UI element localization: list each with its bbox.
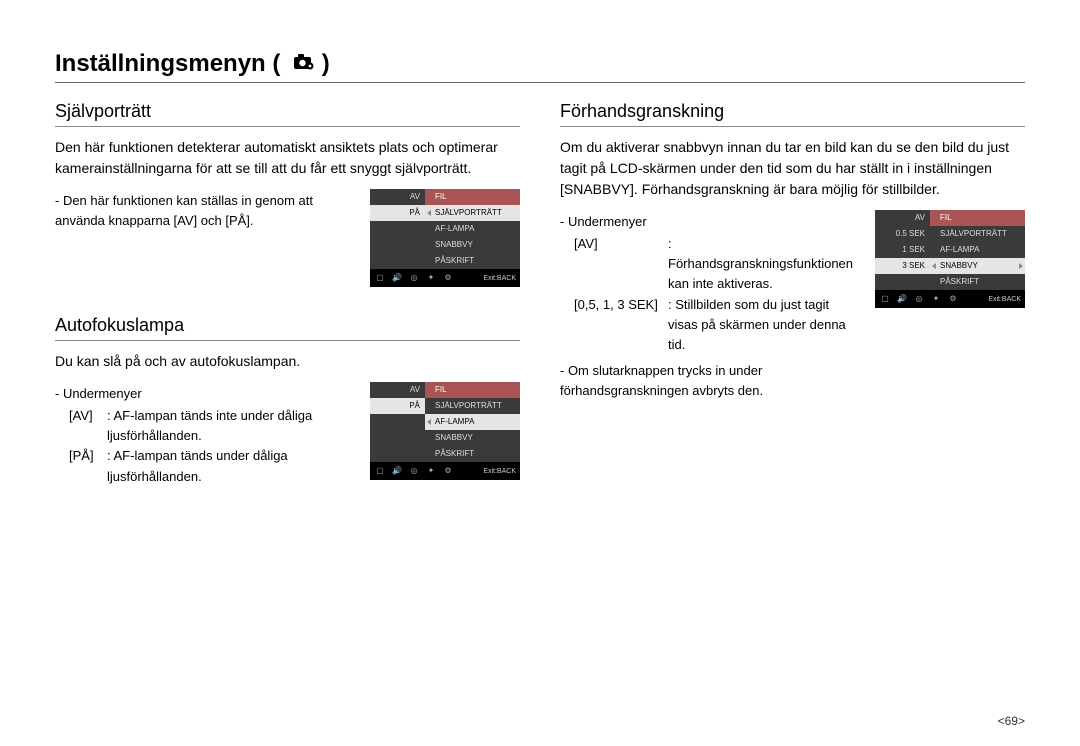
- page-title: Inställningsmenyn ( ): [55, 50, 330, 78]
- menu-left-item[interactable]: 3 SEK: [875, 258, 930, 274]
- triangle-left-icon: [427, 210, 431, 216]
- gear-icon: ⚙: [442, 272, 454, 284]
- section-intro: Den här funktionen detekterar automatisk…: [55, 137, 520, 179]
- camera-menu-preview: AV 0.5 SEK 1 SEK 3 SEK FIL SJÄLVPORTRÄTT…: [875, 210, 1025, 308]
- section-heading: Autofokuslampa: [55, 315, 520, 341]
- display-icon: ▢: [374, 465, 386, 477]
- triangle-right-icon: [1019, 263, 1023, 269]
- section-heading: Självporträtt: [55, 101, 520, 127]
- menu-right-item[interactable]: PÅSKRIFT: [425, 253, 520, 269]
- display-icon: ▢: [879, 293, 891, 305]
- menu-footer: ▢ 🔊 ◎ ✦ ⚙ Exit:BACK: [875, 290, 1025, 308]
- submenu-definitions: [AV] : Förhandsgranskningsfunktionen kan…: [560, 234, 859, 355]
- section-note: - Den här funktionen kan ställas in geno…: [55, 191, 354, 231]
- menu-right-item[interactable]: PÅSKRIFT: [425, 446, 520, 462]
- section-intro: Du kan slå på och av autofokuslampan.: [55, 351, 520, 372]
- camera-icon: ◎: [408, 465, 420, 477]
- menu-left-item: [370, 237, 425, 253]
- camera-gear-icon: [293, 53, 315, 71]
- menu-exit-label[interactable]: Exit:BACK: [483, 275, 516, 282]
- gear-icon: ⚙: [442, 465, 454, 477]
- menu-left-item: [370, 430, 425, 446]
- tools-icon: ✦: [930, 293, 942, 305]
- camera-icon: ◎: [408, 272, 420, 284]
- section-preview: Förhandsgranskning Om du aktiverar snabb…: [560, 101, 1025, 403]
- menu-left-item[interactable]: 0.5 SEK: [875, 226, 930, 242]
- sound-icon: 🔊: [391, 272, 403, 284]
- page-title-row: Inställningsmenyn ( ): [55, 50, 1025, 83]
- content-columns: Självporträtt Den här funktionen detekte…: [55, 101, 1025, 515]
- sound-icon: 🔊: [896, 293, 908, 305]
- submenu-row: [PÅ] : AF-lampan tänds under dåliga ljus…: [69, 446, 354, 486]
- menu-exit-label[interactable]: Exit:BACK: [483, 468, 516, 475]
- menu-right-item[interactable]: AF-LAMPA: [425, 414, 520, 430]
- menu-left-item: [370, 253, 425, 269]
- menu-left-item: [370, 446, 425, 462]
- menu-left-item[interactable]: AV: [370, 382, 425, 398]
- submenu-label: - Undermenyer: [560, 212, 859, 232]
- submenu-row: [0,5, 1, 3 SEK] : Stillbilden som du jus…: [574, 295, 859, 355]
- section-note: - Om slutarknappen trycks in under förha…: [560, 361, 859, 401]
- menu-right-item[interactable]: SNABBVY: [930, 258, 1025, 274]
- section-intro: Om du aktiverar snabbvyn innan du tar en…: [560, 137, 1025, 200]
- menu-right-item[interactable]: FIL: [425, 189, 520, 205]
- menu-left-item: [370, 221, 425, 237]
- left-column: Självporträtt Den här funktionen detekte…: [55, 101, 520, 515]
- section-heading: Förhandsgranskning: [560, 101, 1025, 127]
- menu-footer: ▢ 🔊 ◎ ✦ ⚙ Exit:BACK: [370, 462, 520, 480]
- camera-menu-selfportrait: AV PÅ FIL SJÄLVPORTRÄTT AF-LAMPA SNABBV: [370, 189, 520, 287]
- menu-right-item[interactable]: SJÄLVPORTRÄTT: [425, 398, 520, 414]
- page-number: <69>: [998, 714, 1025, 728]
- submenu-definitions: [AV] : AF-lampan tänds inte under dåliga…: [55, 406, 354, 487]
- menu-right-item[interactable]: SJÄLVPORTRÄTT: [425, 205, 520, 221]
- submenu-row: [AV] : AF-lampan tänds inte under dåliga…: [69, 406, 354, 446]
- submenu-label: - Undermenyer: [55, 384, 354, 404]
- menu-left-item: [370, 414, 425, 430]
- menu-right-item[interactable]: FIL: [425, 382, 520, 398]
- menu-left-item[interactable]: 1 SEK: [875, 242, 930, 258]
- section-aflamp: Autofokuslampa Du kan slå på och av auto…: [55, 315, 520, 487]
- camera-icon: ◎: [913, 293, 925, 305]
- section-selfportrait: Självporträtt Den här funktionen detekte…: [55, 101, 520, 287]
- menu-left-item[interactable]: AV: [370, 189, 425, 205]
- menu-right-item[interactable]: SNABBVY: [425, 237, 520, 253]
- triangle-left-icon: [932, 263, 936, 269]
- menu-left-item: [875, 274, 930, 290]
- right-column: Förhandsgranskning Om du aktiverar snabb…: [560, 101, 1025, 515]
- submenu-row: [AV] : Förhandsgranskningsfunktionen kan…: [574, 234, 859, 294]
- menu-right-item[interactable]: SNABBVY: [425, 430, 520, 446]
- menu-left-item[interactable]: AV: [875, 210, 930, 226]
- display-icon: ▢: [374, 272, 386, 284]
- manual-page: Inställningsmenyn ( ) Självporträtt Den …: [0, 0, 1080, 746]
- menu-right-item[interactable]: PÅSKRIFT: [930, 274, 1025, 290]
- triangle-left-icon: [427, 419, 431, 425]
- gear-icon: ⚙: [947, 293, 959, 305]
- menu-left-item[interactable]: PÅ: [370, 398, 425, 414]
- tools-icon: ✦: [425, 465, 437, 477]
- menu-footer: ▢ 🔊 ◎ ✦ ⚙ Exit:BACK: [370, 269, 520, 287]
- camera-menu-aflamp: AV PÅ FIL SJÄLVPORTRÄTT AF-LAMPA SNABBV: [370, 382, 520, 480]
- menu-right-item[interactable]: FIL: [930, 210, 1025, 226]
- menu-right-item[interactable]: AF-LAMPA: [930, 242, 1025, 258]
- menu-right-item[interactable]: SJÄLVPORTRÄTT: [930, 226, 1025, 242]
- menu-left-item[interactable]: PÅ: [370, 205, 425, 221]
- sound-icon: 🔊: [391, 465, 403, 477]
- menu-right-item[interactable]: AF-LAMPA: [425, 221, 520, 237]
- tools-icon: ✦: [425, 272, 437, 284]
- menu-exit-label[interactable]: Exit:BACK: [988, 296, 1021, 303]
